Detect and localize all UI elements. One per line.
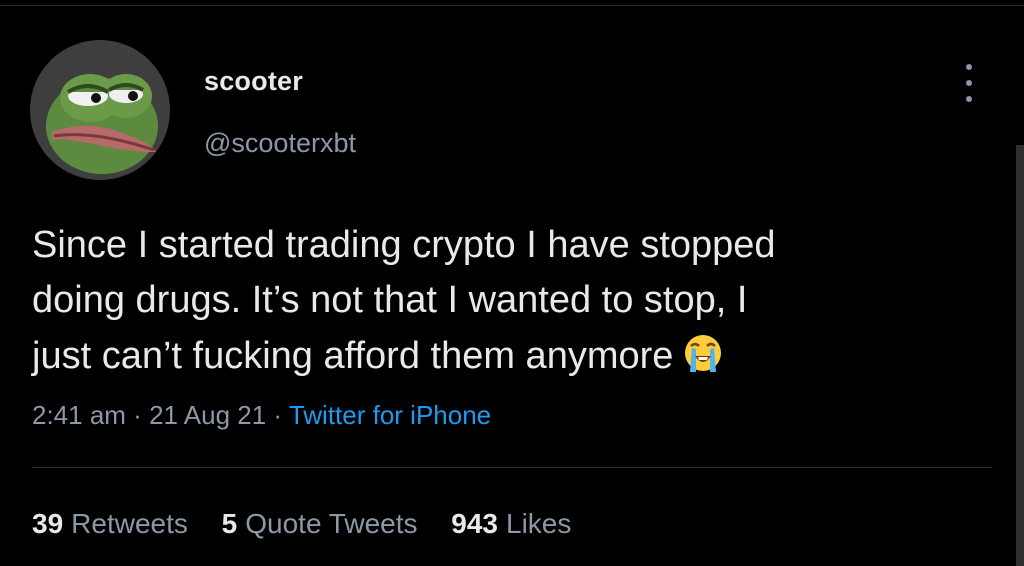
display-name[interactable]: scooter [204,66,303,97]
retweets-label: Retweets [71,508,188,539]
tweet-line: just can’t fucking afford them anymore [32,335,674,377]
likes-stat[interactable]: 943 Likes [451,508,571,540]
quote-tweets-count: 5 [221,508,238,539]
meta-separator: · [125,400,150,430]
meta-separator: · [266,400,289,430]
tweet-source-link[interactable]: Twitter for iPhone [289,400,491,430]
tweet-time[interactable]: 2:41 am [32,400,126,430]
retweets-stat[interactable]: 39 Retweets [32,508,188,540]
tweet-line-with-emoji: just can’t fucking afford them anymore [32,328,992,384]
likes-label: Likes [506,508,572,539]
more-dot [966,80,972,86]
tweet-page: scooter @scooterxbt Since I started trad… [0,0,1024,566]
user-handle[interactable]: @scooterxbt [204,128,356,159]
quote-tweets-stat[interactable]: 5 Quote Tweets [222,508,418,540]
top-divider [0,0,1024,6]
likes-count: 943 [451,508,498,539]
more-dot [966,96,972,102]
tweet-date[interactable]: 21 Aug 21 [149,400,266,430]
tweet-stats: 39 Retweets 5 Quote Tweets 943 Likes [32,508,597,540]
pepe-avatar-icon[interactable] [30,40,170,180]
scrollbar[interactable] [1016,145,1024,566]
tweet-line: Since I started trading crypto I have st… [32,224,776,266]
stats-divider [32,467,992,468]
tweet-meta: 2:41 am · 21 Aug 21 · Twitter for iPhone [32,400,491,431]
retweets-count: 39 [32,508,64,539]
tweet-text: Since I started trading crypto I have st… [32,218,992,384]
quote-tweets-label: Quote Tweets [245,508,418,539]
more-dot [966,64,972,70]
loudly-crying-face-icon [679,328,727,376]
more-options-icon[interactable] [955,64,983,102]
tweet-line: doing drugs. It’s not that I wanted to s… [32,279,748,321]
